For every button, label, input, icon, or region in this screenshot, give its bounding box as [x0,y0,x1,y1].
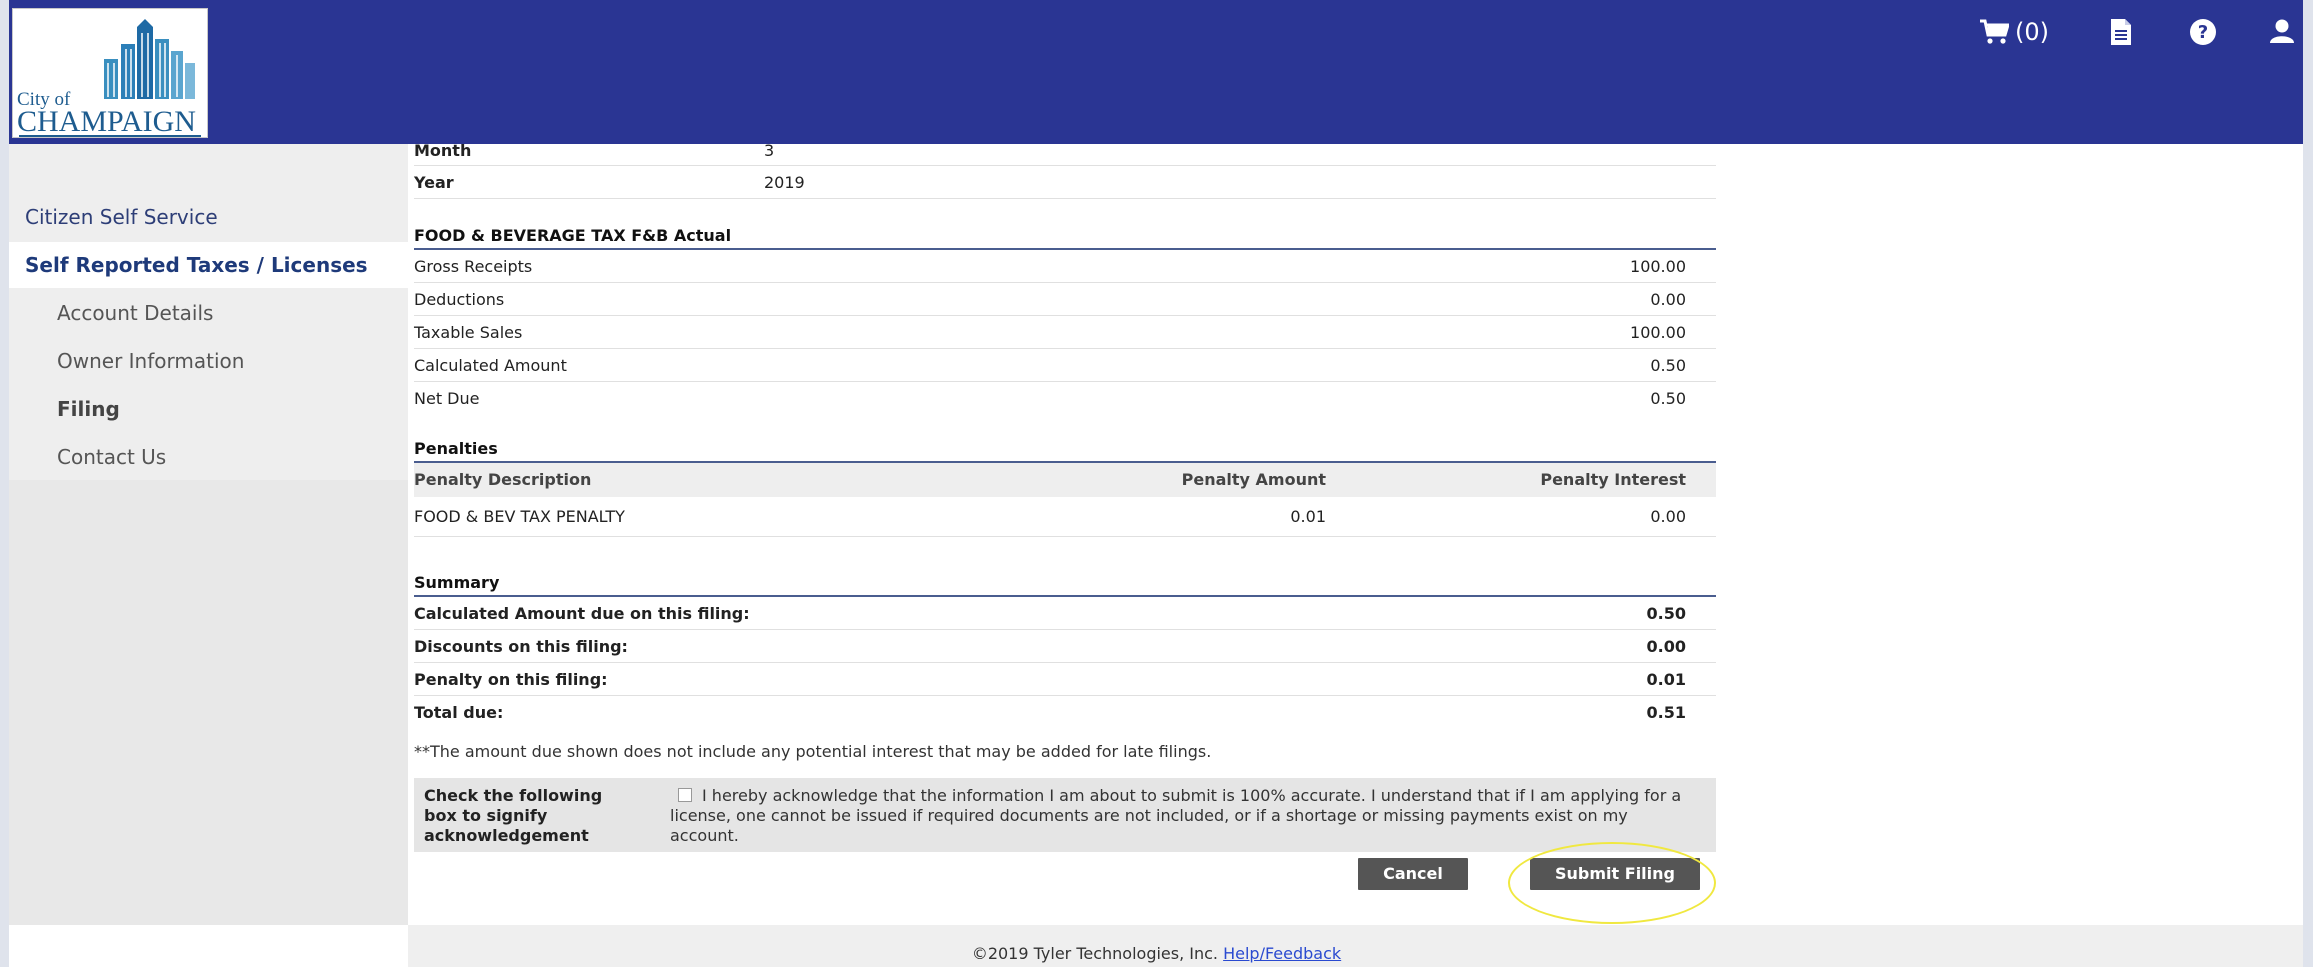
acknowledgement-label: Check the following box to signify ackno… [424,786,603,845]
help-button[interactable]: ? [2189,18,2217,46]
tax-row-label: Taxable Sales [414,323,523,342]
svg-text:?: ? [2198,22,2208,43]
summary-row-total: Total due: 0.51 [414,696,1716,729]
summary-row-value: 0.00 [1646,637,1686,656]
tax-row: Taxable Sales 100.00 [414,316,1716,349]
tax-row-label: Calculated Amount [414,356,567,375]
acknowledgement-text: I hereby acknowledge that the informatio… [670,786,1682,845]
summary-row-label: Penalty on this filing: [414,670,608,689]
late-filing-note: **The amount due shown does not include … [414,742,1212,761]
month-value: 3 [764,141,775,160]
tax-row-value: 0.50 [1650,356,1686,375]
window-frame-left [0,0,9,967]
summary-row-value: 0.51 [1646,703,1686,722]
cart-icon [1980,19,2009,44]
document-icon [2111,19,2131,45]
help-feedback-link[interactable]: Help/Feedback [1223,944,1341,963]
summary-row: Discounts on this filing: 0.00 [414,630,1716,663]
summary-section-title: Summary [414,569,1716,597]
tax-row: Gross Receipts 100.00 [414,250,1716,283]
tax-row-value: 100.00 [1630,323,1686,342]
tax-row-value: 0.00 [1650,290,1686,309]
penalty-desc-header: Penalty Description [414,470,592,489]
sidebar-item-owner-information[interactable]: Owner Information [9,338,408,384]
top-header: City of CHAMPAIGN (0) ? [9,0,2303,144]
submit-highlight-annotation [1508,842,1716,924]
tax-section-title: FOOD & BEVERAGE TAX F&B Actual [414,222,1716,250]
sidebar-background [9,480,408,925]
tax-row: Net Due 0.50 [414,382,1716,415]
summary-row-label: Calculated Amount due on this filing: [414,604,750,623]
summary-row-value: 0.50 [1646,604,1686,623]
summary-row: Penalty on this filing: 0.01 [414,663,1716,696]
penalties-table-header: Penalty Description Penalty Amount Penal… [414,463,1716,497]
year-row: Year 2019 [414,166,1716,199]
sidebar: Citizen Self Service Self Reported Taxes… [9,144,408,480]
sidebar-item-citizen-self-service[interactable]: Citizen Self Service [9,194,408,240]
year-label: Year [414,173,454,192]
user-icon [2270,19,2294,43]
penalty-row: FOOD & BEV TAX PENALTY 0.01 0.00 [414,497,1716,537]
penalty-interest-header: Penalty Interest [1540,470,1686,489]
documents-button[interactable] [2109,18,2133,46]
tax-row-label: Deductions [414,290,505,309]
tax-row-value: 0.50 [1650,389,1686,408]
cancel-button[interactable]: Cancel [1358,858,1468,890]
help-icon: ? [2190,19,2216,45]
summary-row-value: 0.01 [1646,670,1686,689]
tax-row-value: 100.00 [1630,257,1686,276]
summary-row: Calculated Amount due on this filing: 0.… [414,597,1716,630]
penalty-interest: 0.00 [1650,507,1686,526]
footer-copyright: ©2019 Tyler Technologies, Inc. [971,944,1219,963]
city-logo[interactable]: City of CHAMPAIGN [12,8,208,138]
summary-row-label: Discounts on this filing: [414,637,628,656]
tax-row: Deductions 0.00 [414,283,1716,316]
penalty-desc: FOOD & BEV TAX PENALTY [414,507,625,526]
tax-row: Calculated Amount 0.50 [414,349,1716,382]
sidebar-item-account-details[interactable]: Account Details [9,290,408,336]
sidebar-item-self-reported-taxes[interactable]: Self Reported Taxes / Licenses [9,242,408,288]
penalty-amount: 0.01 [1290,507,1326,526]
footer: ©2019 Tyler Technologies, Inc. Help/Feed… [0,944,2313,963]
sidebar-item-filing[interactable]: Filing [9,386,408,432]
summary-row-label: Total due: [414,703,504,722]
penalty-amount-header: Penalty Amount [1181,470,1326,489]
tax-row-label: Gross Receipts [414,257,533,276]
logo-text-large: CHAMPAIGN [17,105,196,138]
city-towers-icon [104,19,195,99]
month-label: Month [414,141,472,160]
month-row: Month 3 [414,136,1716,166]
sidebar-item-contact-us[interactable]: Contact Us [9,434,408,480]
tax-row-label: Net Due [414,389,480,408]
penalties-section-title: Penalties [414,435,1716,463]
acknowledgement-box: Check the following box to signify ackno… [414,778,1716,852]
window-frame-right [2303,0,2313,967]
logo-underline [19,135,201,137]
cart-button[interactable]: (0) [1979,18,2049,46]
user-menu-button[interactable] [2269,18,2295,44]
cart-count: (0) [2015,18,2049,46]
year-value: 2019 [764,173,805,192]
